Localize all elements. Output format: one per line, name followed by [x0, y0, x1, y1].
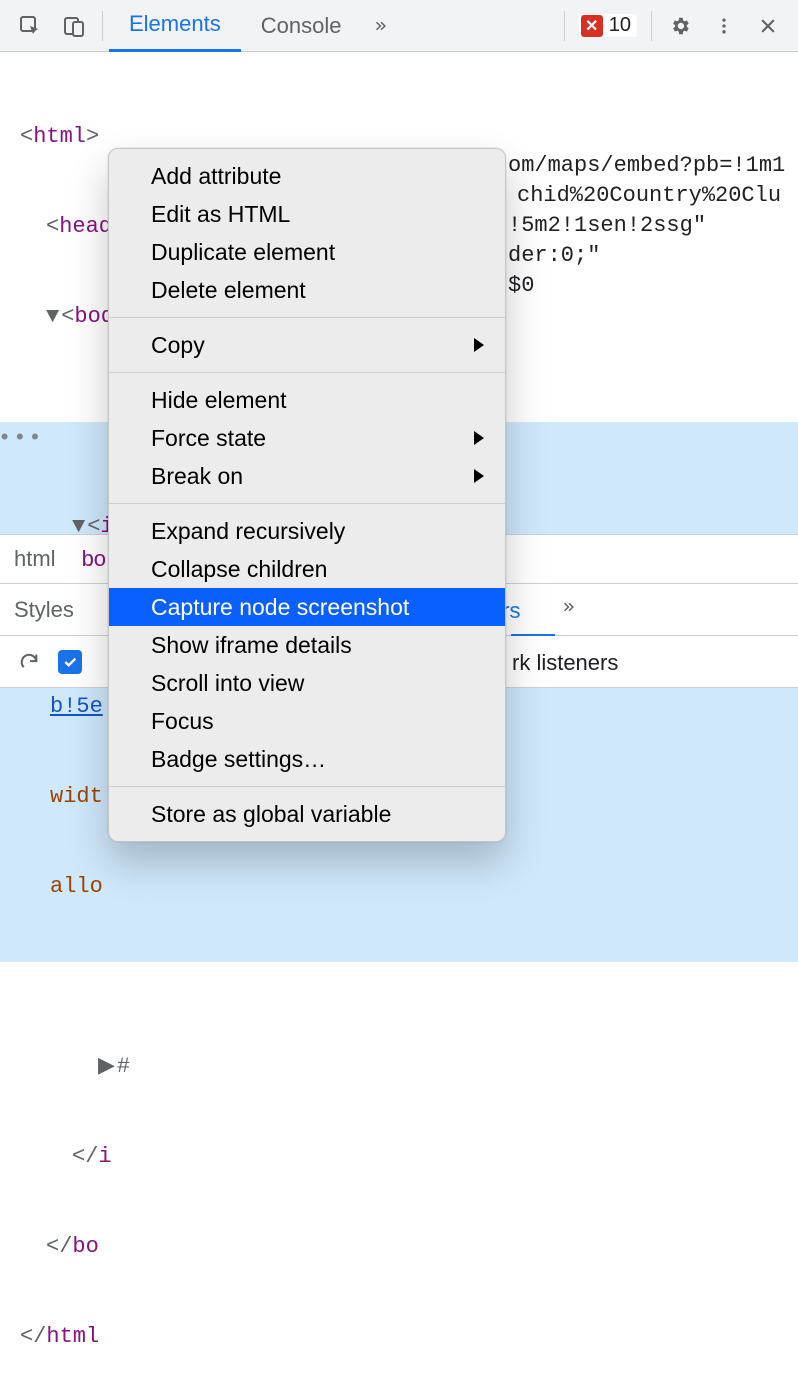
device-toggle-icon[interactable]: [56, 8, 92, 44]
tab-elements[interactable]: Elements: [109, 0, 241, 52]
chevron-right-icon: [473, 431, 485, 445]
menu-collapse-children[interactable]: Collapse children: [109, 550, 505, 588]
code-fragment: $0: [508, 273, 534, 298]
menu-badge-settings[interactable]: Badge settings…: [109, 740, 505, 778]
ellipsis-icon: •••: [0, 424, 44, 454]
more-tabs-icon[interactable]: [562, 598, 580, 623]
error-count: 10: [609, 14, 631, 37]
close-icon[interactable]: [750, 8, 786, 44]
menu-expand-recursively[interactable]: Expand recursively: [109, 512, 505, 550]
tree-row[interactable]: ▶︎#: [20, 1052, 786, 1082]
inspect-icon[interactable]: [12, 8, 48, 44]
context-menu: Add attribute Edit as HTML Duplicate ele…: [108, 148, 506, 842]
devtools-toolbar: Elements Console ✕ 10: [0, 0, 798, 52]
tab-styles[interactable]: Styles: [14, 584, 74, 636]
menu-focus[interactable]: Focus: [109, 702, 505, 740]
code-fragment: der:0;": [508, 243, 600, 268]
tab-console-label: Console: [261, 13, 342, 39]
framework-listeners-fragment: rk listeners: [512, 650, 618, 676]
menu-hide-element[interactable]: Hide element: [109, 381, 505, 419]
menu-edit-as-html[interactable]: Edit as HTML: [109, 195, 505, 233]
menu-break-on[interactable]: Break on: [109, 457, 505, 495]
menu-break-on-label: Break on: [151, 463, 243, 490]
chevron-right-icon: [473, 338, 485, 352]
tab-elements-label: Elements: [129, 11, 221, 37]
error-icon: ✕: [581, 15, 603, 37]
chevron-right-icon: [473, 469, 485, 483]
ancestors-checkbox[interactable]: [58, 650, 82, 674]
menu-add-attribute[interactable]: Add attribute: [109, 157, 505, 195]
code-fragment: chid%20Country%20Clu: [517, 183, 781, 208]
menu-scroll-into-view[interactable]: Scroll into view: [109, 664, 505, 702]
crumb-item[interactable]: html: [14, 546, 56, 572]
menu-separator: [109, 503, 505, 504]
toolbar-separator: [102, 11, 103, 41]
crumb-item[interactable]: bo: [82, 546, 106, 572]
menu-delete-element[interactable]: Delete element: [109, 271, 505, 309]
menu-store-as-global[interactable]: Store as global variable: [109, 795, 505, 833]
menu-copy[interactable]: Copy: [109, 326, 505, 364]
menu-separator: [109, 786, 505, 787]
menu-force-state-label: Force state: [151, 425, 266, 452]
menu-separator: [109, 372, 505, 373]
tree-row[interactable]: </i: [20, 1142, 786, 1172]
menu-copy-label: Copy: [151, 332, 205, 359]
tree-row[interactable]: </html: [20, 1322, 786, 1352]
code-fragment: om/maps/embed?pb=!1m1: [508, 153, 785, 178]
menu-show-iframe-details[interactable]: Show iframe details: [109, 626, 505, 664]
more-tabs-icon[interactable]: [365, 8, 401, 44]
tree-row[interactable]: </bo: [20, 1232, 786, 1262]
code-fragment: !5m2!1sen!2ssg": [508, 213, 706, 238]
kebab-icon[interactable]: [706, 8, 742, 44]
menu-separator: [109, 317, 505, 318]
menu-capture-node-screenshot[interactable]: Capture node screenshot: [109, 588, 505, 626]
menu-duplicate-element[interactable]: Duplicate element: [109, 233, 505, 271]
tab-console[interactable]: Console: [241, 0, 362, 52]
menu-force-state[interactable]: Force state: [109, 419, 505, 457]
gear-icon[interactable]: [662, 8, 698, 44]
error-badge[interactable]: ✕ 10: [579, 14, 637, 37]
toolbar-separator: [564, 11, 565, 41]
toolbar-separator: [651, 11, 652, 41]
reload-icon[interactable]: [14, 647, 44, 677]
